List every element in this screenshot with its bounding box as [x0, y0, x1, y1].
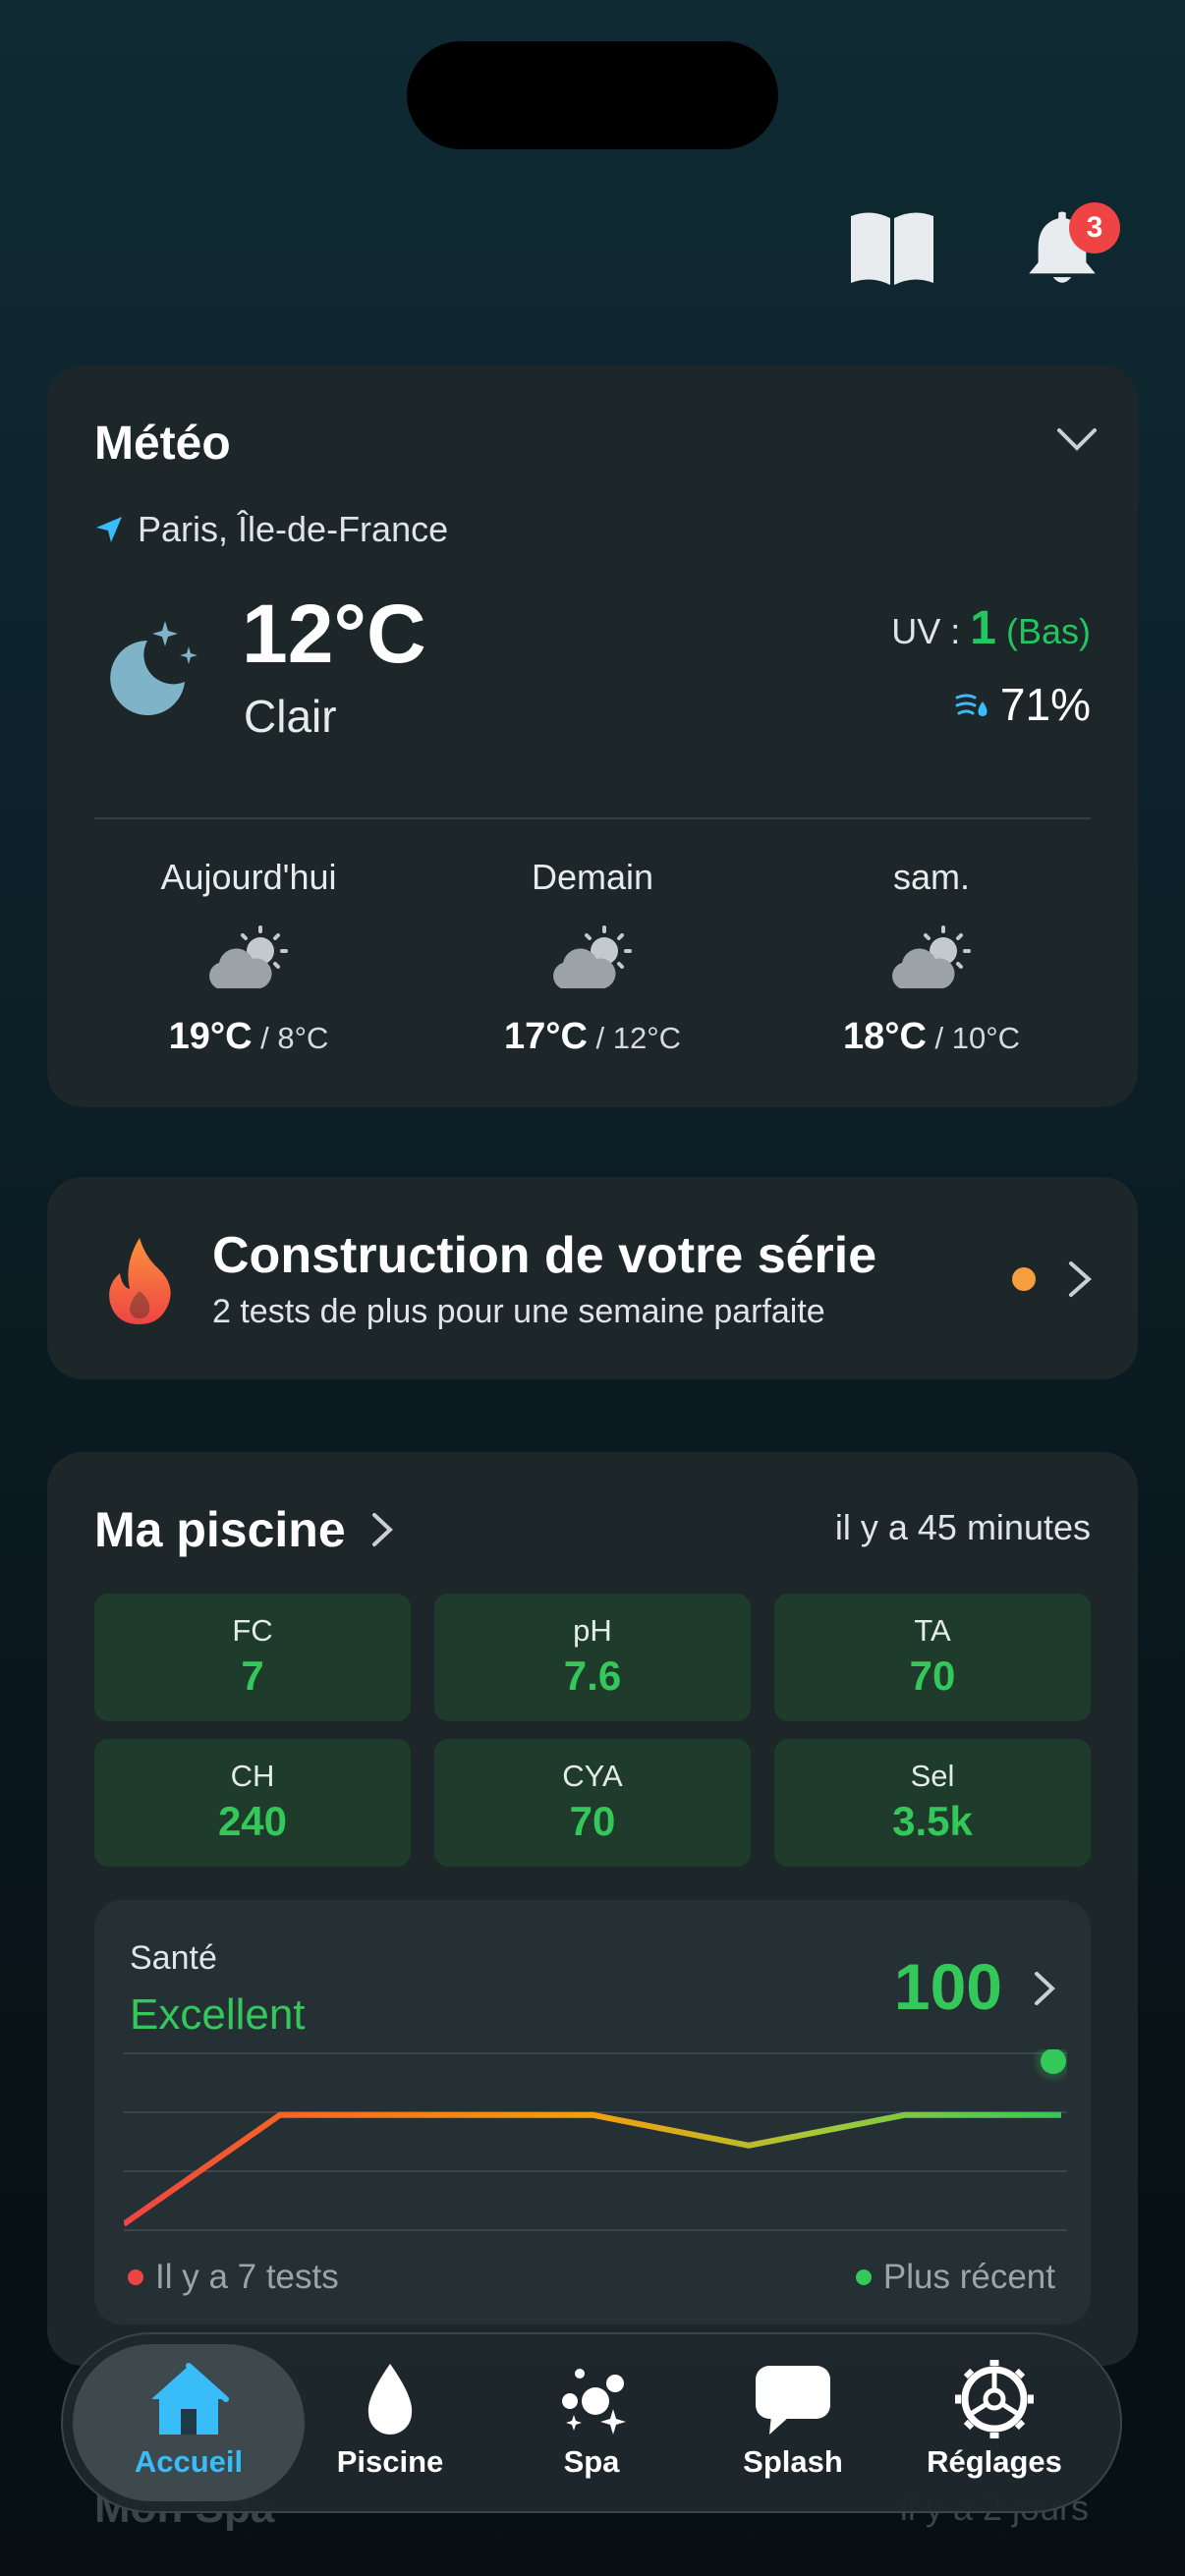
uv-index: UV : 1 (Bas): [891, 601, 1091, 655]
streak-card[interactable]: Construction de votre série 2 tests de p…: [47, 1177, 1138, 1379]
tab-label: Piscine: [336, 2444, 444, 2479]
tab-label: Spa: [563, 2444, 620, 2479]
streak-title: Construction de votre série: [212, 1227, 877, 1284]
weather-location: Paris, Île-de-France: [94, 509, 448, 550]
health-label: Santé: [130, 1939, 217, 1977]
divider: [94, 817, 1091, 819]
guide-button[interactable]: [845, 206, 939, 291]
tab-reglages[interactable]: Réglages: [896, 2346, 1093, 2503]
pool-title: Ma piscine: [94, 1502, 346, 1557]
metric-key: CYA: [562, 1759, 623, 1793]
forecast-low: 8°C: [277, 1021, 329, 1055]
metric-tile[interactable]: CYA 70: [434, 1739, 751, 1867]
weather-card[interactable]: Météo Paris, Île-de-France 12°C Clair UV…: [47, 365, 1138, 1107]
forecast-high: 17°C: [503, 1016, 588, 1057]
moon-stars-icon: [110, 621, 198, 715]
tab-label: Accueil: [134, 2444, 244, 2479]
metric-value: 3.5k: [892, 1798, 973, 1844]
forecast-low: 12°C: [612, 1021, 681, 1055]
forecast-day-label: Demain: [531, 857, 654, 897]
bubbles-icon: [562, 2369, 626, 2435]
forecast-day: Demain 17°C / 12°C: [435, 857, 750, 1058]
chevron-down-icon[interactable]: [1055, 424, 1099, 454]
metric-value: 70: [909, 1652, 956, 1699]
chevron-right-icon: [1069, 1261, 1093, 1297]
location-label: Paris, Île-de-France: [138, 509, 449, 549]
humidity: 71%: [955, 678, 1091, 731]
legend-latest: Plus récent: [855, 2258, 1055, 2297]
partly-cloudy-icon: [553, 925, 632, 988]
weather-title: Météo: [94, 418, 231, 470]
chevron-right-icon: [371, 1513, 393, 1546]
tab-accueil[interactable]: Accueil: [90, 2346, 287, 2503]
tab-splash[interactable]: Splash: [695, 2346, 891, 2503]
legend-dot: [855, 2269, 872, 2285]
metric-key: pH: [573, 1613, 612, 1648]
uv-level: (Bas): [1005, 611, 1091, 651]
tab-bar: Accueil Piscine Spa Splash Réglages: [61, 2332, 1122, 2513]
latest-point: [1041, 2049, 1066, 2074]
metric-tile[interactable]: pH 7.6: [434, 1594, 751, 1721]
forecast-day: sam. 18°C / 10°C: [774, 857, 1089, 1058]
current-temperature: 12°C: [242, 588, 426, 680]
health-status: Excellent: [130, 1990, 306, 2039]
metric-value: 70: [569, 1798, 616, 1844]
location-arrow-icon: [96, 517, 122, 542]
pool-card: Ma piscine il y a 45 minutes FC 7 pH 7.6…: [47, 1452, 1138, 2366]
gear-icon: [955, 2360, 1034, 2438]
humidity-icon: [955, 694, 988, 716]
pool-title-link[interactable]: Ma piscine: [94, 1501, 393, 1558]
uv-value: 1: [970, 602, 996, 654]
forecast-high: 19°C: [168, 1016, 253, 1057]
metric-key: Sel: [910, 1759, 955, 1793]
home-icon: [151, 2363, 229, 2435]
forecast-high: 18°C: [842, 1016, 927, 1057]
forecast-day-label: sam.: [892, 857, 970, 897]
health-chart: [124, 2049, 1067, 2231]
status-dot: [1012, 1267, 1036, 1291]
metric-tile[interactable]: FC 7: [94, 1594, 411, 1721]
water-drop-icon: [367, 2364, 413, 2435]
tab-label: Réglages: [927, 2444, 1062, 2479]
health-series-line: [124, 2111, 1061, 2227]
metric-tile[interactable]: CH 240: [94, 1739, 411, 1867]
forecast-low: 10°C: [951, 1021, 1020, 1055]
book-icon: [851, 212, 933, 285]
forecast-day-label: Aujourd'hui: [160, 857, 337, 897]
metric-key: CH: [230, 1759, 275, 1793]
notification-badge: 3: [1069, 202, 1120, 253]
metric-value: 7.6: [563, 1652, 622, 1699]
metric-value: 7: [241, 1652, 264, 1699]
streak-subtitle: 2 tests de plus pour une semaine parfait…: [212, 1293, 825, 1330]
metric-value: 240: [217, 1798, 288, 1844]
metric-key: TA: [914, 1613, 951, 1648]
notifications-button[interactable]: 3: [1018, 202, 1120, 291]
tab-piscine[interactable]: Piscine: [292, 2346, 488, 2503]
legend-dot: [128, 2269, 143, 2285]
metric-key: FC: [232, 1613, 273, 1648]
last-update: il y a 45 minutes: [834, 1507, 1091, 1547]
partly-cloudy-icon: [892, 925, 971, 988]
tab-spa[interactable]: Spa: [493, 2346, 690, 2503]
legend-latest-label: Plus récent: [882, 2258, 1055, 2296]
chevron-right-icon: [1035, 1972, 1055, 2005]
weather-condition: Clair: [244, 691, 337, 742]
legend-oldest: Il y a 7 tests: [128, 2258, 339, 2297]
humidity-value: 71%: [999, 679, 1091, 730]
tab-label: Splash: [743, 2444, 843, 2479]
health-panel[interactable]: Santé Excellent 100 Il y a 7 tests Plus …: [94, 1900, 1091, 2324]
metric-tile[interactable]: TA 70: [774, 1594, 1091, 1721]
forecast-day: Aujourd'hui 19°C / 8°C: [91, 857, 406, 1058]
partly-cloudy-icon: [209, 925, 288, 988]
legend-oldest-label: Il y a 7 tests: [155, 2258, 339, 2296]
dynamic-island: [407, 41, 778, 149]
metric-tile[interactable]: Sel 3.5k: [774, 1739, 1091, 1867]
health-score: 100: [893, 1950, 1002, 2023]
chat-bubble-icon: [756, 2366, 830, 2435]
flame-icon: [109, 1238, 171, 1324]
uv-label: UV :: [891, 611, 961, 651]
